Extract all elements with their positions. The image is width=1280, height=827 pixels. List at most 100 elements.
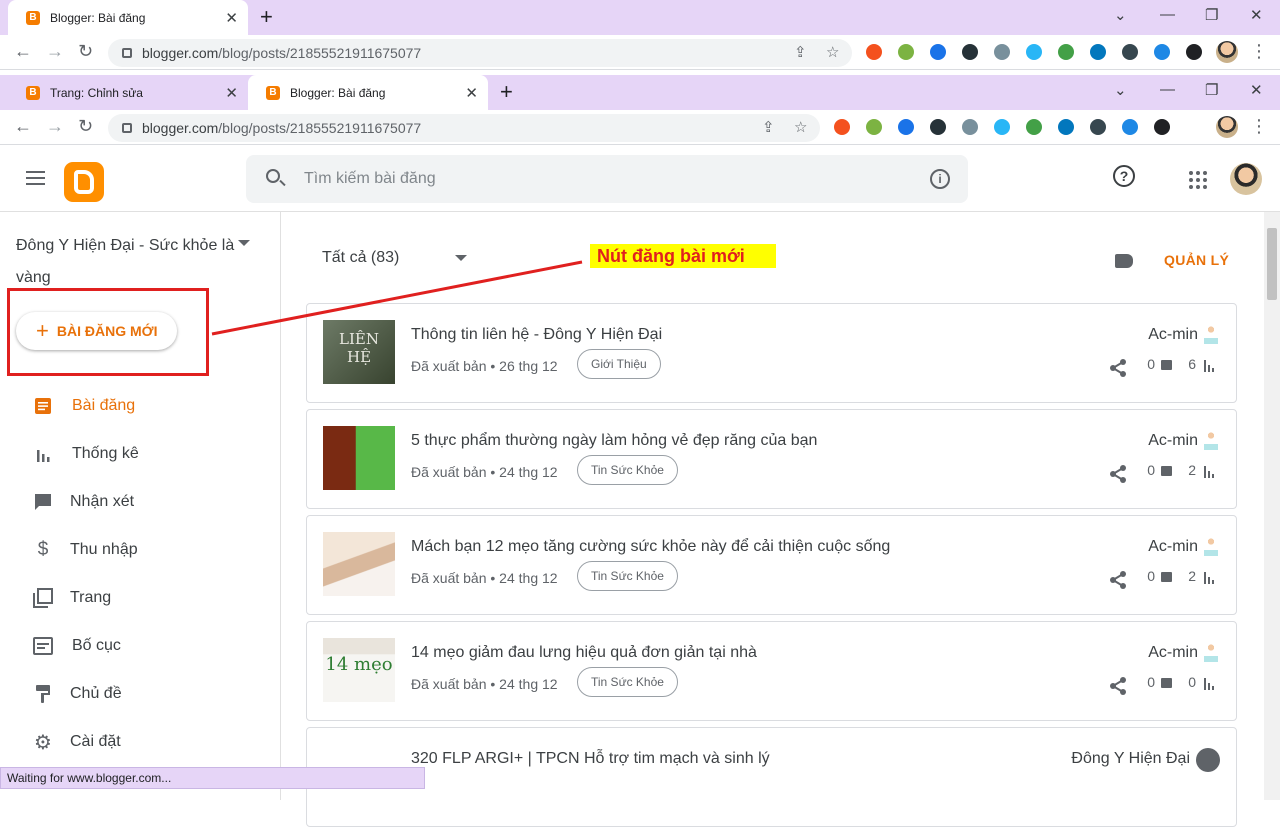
forward-icon[interactable]: → [46, 41, 64, 62]
sidebar-item-label: Trang [70, 589, 112, 606]
tab-blogger-posts[interactable]: B Blogger: Bài đăng ✕ [8, 0, 248, 35]
extension-icon[interactable] [898, 44, 914, 60]
search-input[interactable] [304, 155, 904, 203]
reload-icon[interactable]: ↻ [78, 116, 93, 137]
new-tab-icon[interactable]: + [260, 4, 273, 30]
post-filter-dropdown[interactable]: Tất cả (83) [322, 249, 399, 267]
restore-icon[interactable]: ❐ [1205, 6, 1218, 24]
account-avatar[interactable] [1230, 163, 1262, 195]
share-page-icon[interactable]: ⇪ [762, 118, 775, 136]
extension-icon[interactable] [898, 119, 914, 135]
profile-avatar-small[interactable] [1216, 116, 1238, 138]
extension-icon[interactable] [1026, 119, 1042, 135]
blogger-logo[interactable] [64, 162, 104, 202]
share-icon[interactable] [1108, 570, 1128, 590]
post-title[interactable]: 5 thực phẩm thường ngày làm hỏng vẻ đẹp … [411, 432, 817, 450]
close-window-icon[interactable]: ✕ [1250, 81, 1263, 99]
close-tab-icon[interactable]: ✕ [225, 84, 238, 102]
share-icon[interactable] [1108, 358, 1128, 378]
extension-icon[interactable] [994, 119, 1010, 135]
restore-icon[interactable]: ❐ [1205, 81, 1218, 99]
extension-icon[interactable] [962, 44, 978, 60]
minimize-icon[interactable]: — [1160, 6, 1175, 23]
label-tag-icon[interactable] [1115, 254, 1133, 268]
manage-labels-button[interactable]: QUẢN LÝ [1164, 252, 1229, 268]
share-icon[interactable] [1108, 464, 1128, 484]
blog-selector-caret-icon[interactable] [238, 240, 250, 246]
extension-icon[interactable] [930, 44, 946, 60]
post-row[interactable]: 5 thực phẩm thường ngày làm hỏng vẻ đẹp … [306, 409, 1237, 509]
extension-icon[interactable] [866, 44, 882, 60]
close-window-icon[interactable]: ✕ [1250, 6, 1263, 24]
sidebar-item-stats[interactable]: Thống kê [0, 430, 280, 478]
sidebar-item-pages[interactable]: Trang [0, 574, 280, 622]
extension-icon[interactable] [834, 119, 850, 135]
new-tab-icon[interactable]: + [500, 79, 513, 105]
post-row[interactable]: Mách bạn 12 mẹo tăng cường sức khỏe này … [306, 515, 1237, 615]
menu-kebab-icon[interactable]: ⋮ [1250, 41, 1268, 62]
sidebar-item-posts[interactable]: Bài đăng [0, 382, 280, 430]
blog-name-selector[interactable]: Đông Y Hiện Đại - Sức khỏe là vàng [16, 230, 236, 294]
post-label-chip[interactable]: Tin Sức Khỏe [577, 455, 678, 485]
extension-icon[interactable] [1154, 119, 1170, 135]
scrollbar[interactable] [1264, 212, 1280, 800]
post-title[interactable]: 14 mẹo giảm đau lưng hiệu quả đơn giản t… [411, 644, 757, 662]
sidebar-item-theme[interactable]: Chủ đề [0, 670, 280, 718]
new-post-button[interactable]: + BÀI ĐĂNG MỚI [16, 312, 178, 350]
back-icon[interactable]: ← [14, 116, 32, 137]
forward-icon[interactable]: → [46, 116, 64, 137]
share-page-icon[interactable]: ⇪ [794, 43, 807, 61]
search-icon[interactable] [266, 169, 280, 183]
post-label-chip[interactable]: Tin Sức Khỏe [577, 667, 678, 697]
post-title[interactable]: Thông tin liên hệ - Đông Y Hiện Đại [411, 326, 662, 344]
sidebar-item-earnings[interactable]: $ Thu nhập [0, 526, 280, 574]
post-label-chip[interactable]: Tin Sức Khỏe [577, 561, 678, 591]
bookmark-star-icon[interactable]: ☆ [826, 43, 839, 61]
url-field[interactable]: blogger.com/blog/posts/21855521911675077… [108, 114, 820, 142]
tab-page-edit[interactable]: B Trang: Chỉnh sửa ✕ [8, 75, 248, 110]
extension-icon[interactable] [994, 44, 1010, 60]
info-icon[interactable]: i [930, 169, 950, 189]
url-field[interactable]: blogger.com/blog/posts/21855521911675077… [108, 39, 852, 67]
bookmark-star-icon[interactable]: ☆ [794, 118, 807, 136]
close-tab-icon[interactable]: ✕ [465, 84, 478, 102]
sidebar-item-settings[interactable]: ⚙ Cài đặt [0, 718, 280, 766]
sidebar-item-comments[interactable]: Nhận xét [0, 478, 280, 526]
tab-search-chevron-icon[interactable]: ⌄ [1114, 81, 1127, 99]
extension-icon[interactable] [1186, 44, 1202, 60]
sidebar-item-label: Bài đăng [72, 397, 136, 414]
menu-kebab-icon[interactable]: ⋮ [1250, 116, 1268, 137]
help-icon[interactable]: ? [1113, 165, 1135, 187]
post-row[interactable]: 14 mẹo 14 mẹo giảm đau lưng hiệu quả đơn… [306, 621, 1237, 721]
extension-icon[interactable] [1090, 44, 1106, 60]
extension-icon[interactable] [1122, 44, 1138, 60]
reload-icon[interactable]: ↻ [78, 41, 93, 62]
post-title[interactable]: 320 FLP ARGI+ | TPCN Hỗ trợ tim mạch và … [411, 750, 770, 768]
tab-blogger-posts[interactable]: B Blogger: Bài đăng ✕ [248, 75, 488, 110]
extension-icon[interactable] [962, 119, 978, 135]
extension-icon[interactable] [1026, 44, 1042, 60]
close-tab-icon[interactable]: ✕ [225, 9, 238, 27]
extension-icon[interactable] [1122, 119, 1138, 135]
blogger-favicon-icon: B [26, 10, 40, 25]
apps-grid-icon[interactable] [1189, 171, 1207, 189]
extension-icon[interactable] [866, 119, 882, 135]
profile-avatar-small[interactable] [1216, 41, 1238, 63]
extension-icon[interactable] [1058, 44, 1074, 60]
hamburger-menu-icon[interactable] [26, 171, 45, 189]
post-label-chip[interactable]: Giới Thiệu [577, 349, 661, 379]
share-icon[interactable] [1108, 676, 1128, 696]
post-title[interactable]: Mách bạn 12 mẹo tăng cường sức khỏe này … [411, 538, 890, 556]
filter-caret-icon[interactable] [455, 255, 467, 261]
sidebar-item-layout[interactable]: Bố cục [0, 622, 280, 670]
back-icon[interactable]: ← [14, 41, 32, 62]
post-row[interactable]: LIÊN HỆ Thông tin liên hệ - Đông Y Hiện … [306, 303, 1237, 403]
post-row[interactable]: 320 FLP ARGI+ | TPCN Hỗ trợ tim mạch và … [306, 727, 1237, 827]
scrollbar-thumb[interactable] [1267, 228, 1277, 300]
extension-icon[interactable] [1090, 119, 1106, 135]
tab-search-chevron-icon[interactable]: ⌄ [1114, 6, 1127, 24]
minimize-icon[interactable]: — [1160, 81, 1175, 98]
extension-icon[interactable] [1154, 44, 1170, 60]
extension-icon[interactable] [1058, 119, 1074, 135]
extension-icon[interactable] [930, 119, 946, 135]
